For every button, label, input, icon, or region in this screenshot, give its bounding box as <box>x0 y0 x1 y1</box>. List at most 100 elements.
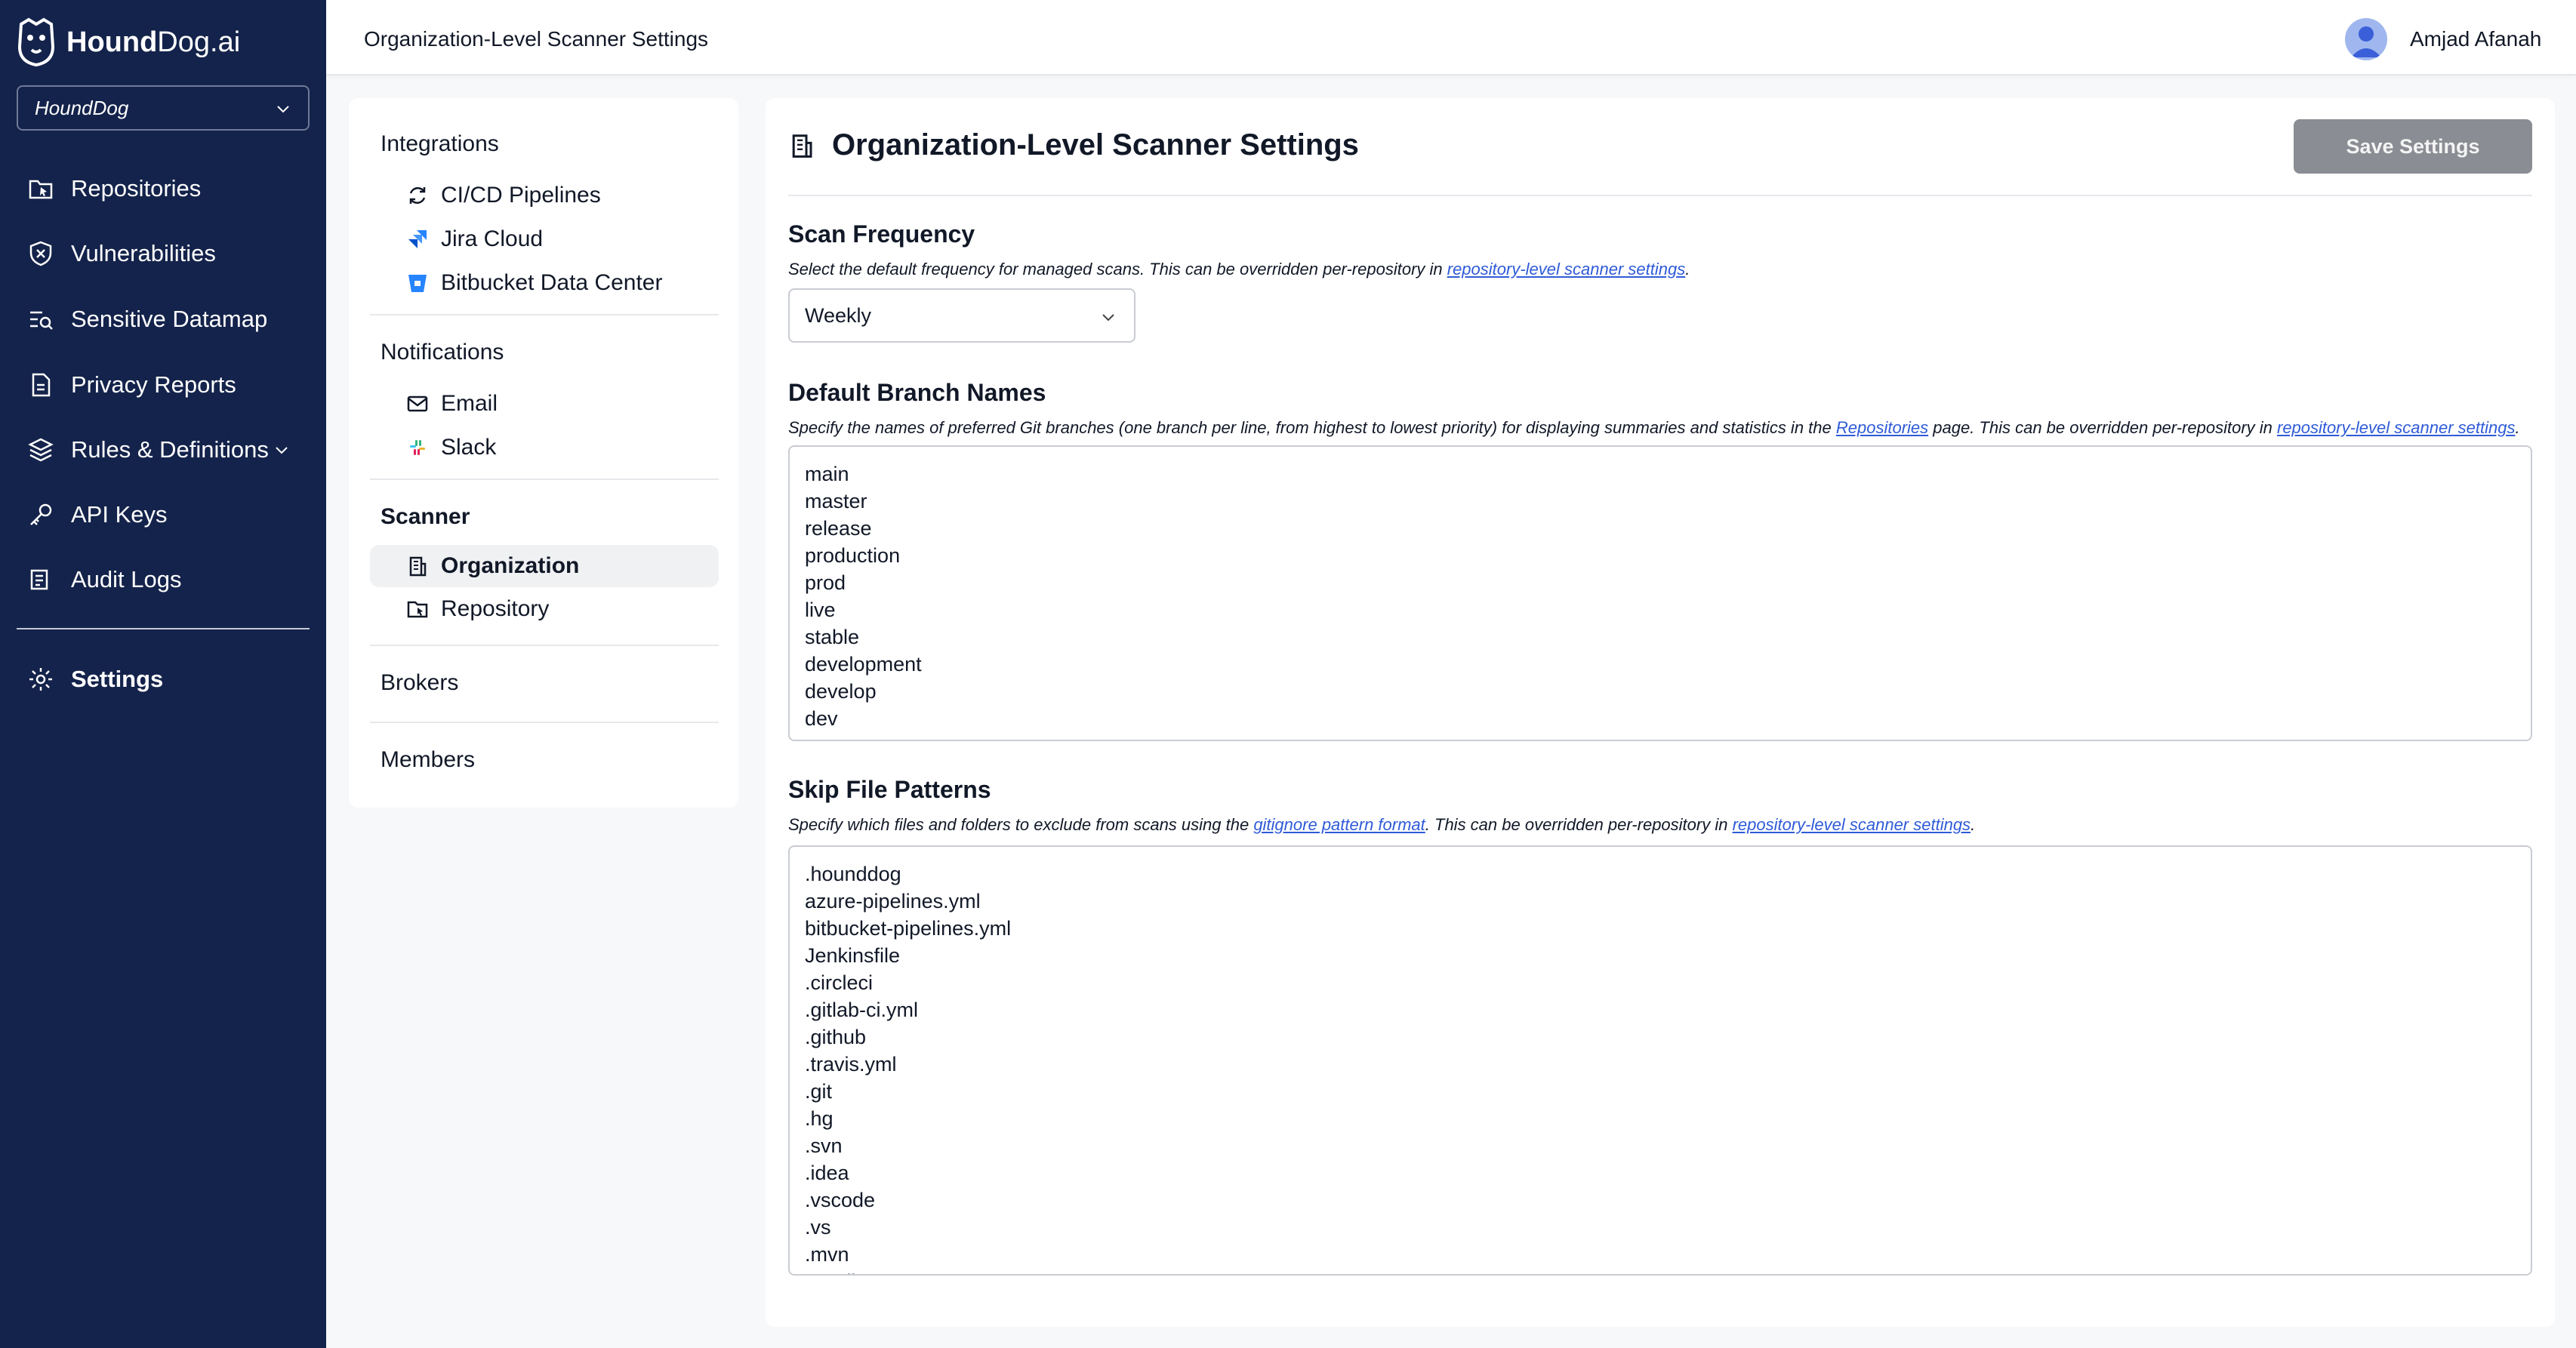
menu-item-members[interactable]: Members <box>381 741 475 779</box>
menu-item-organization[interactable]: Organization <box>370 545 719 587</box>
shield-icon <box>29 241 52 266</box>
repository-icon <box>29 180 53 199</box>
nav-divider <box>17 628 310 629</box>
repositories-link[interactable]: Repositories <box>1836 418 1928 437</box>
nav-item-api-keys[interactable]: API Keys <box>27 494 314 536</box>
skip-patterns-description: Specify which files and folders to exclu… <box>788 815 1976 834</box>
report-icon <box>32 373 51 397</box>
pattern-line: bitbucket-pipelines.yml <box>805 917 1012 940</box>
key-icon <box>30 503 52 525</box>
gitignore-format-link[interactable]: gitignore pattern format <box>1253 815 1425 834</box>
menu-heading-notifications: Notifications <box>381 340 504 365</box>
repository-settings-link[interactable]: repository-level scanner settings <box>2277 418 2515 437</box>
rules-icon <box>28 438 54 462</box>
pattern-line: azure-pipelines.yml <box>805 890 981 913</box>
nav-item-rules-definitions[interactable]: Rules & Definitions <box>27 429 314 471</box>
branch-names-textarea[interactable]: main master release production prod live… <box>788 445 2532 741</box>
menu-item-label: Organization <box>441 553 580 578</box>
building-icon <box>409 556 427 577</box>
hound-logo-icon <box>17 17 55 67</box>
menu-divider <box>370 314 719 315</box>
branch-line: master <box>805 490 867 512</box>
nav-item-label: Vulnerabilities <box>71 240 216 266</box>
chevron-down-icon <box>1102 314 1114 322</box>
chevron-down-icon <box>277 106 289 113</box>
branch-line: release <box>805 517 872 540</box>
pattern-line: Jenkinsfile <box>805 944 901 967</box>
organization-select[interactable]: HoundDog <box>17 85 310 131</box>
gear-icon <box>29 668 52 691</box>
menu-item-jira-cloud[interactable]: Jira Cloud <box>406 220 543 258</box>
menu-item-label: Email <box>441 391 498 416</box>
settings-card: Organization-Level Scanner Settings Save… <box>766 98 2555 1327</box>
skip-patterns-textarea[interactable]: .hounddog azure-pipelines.yml bitbucket-… <box>788 845 2532 1276</box>
nav-item-label: API Keys <box>71 501 168 528</box>
nav-item-repositories[interactable]: Repositories <box>27 168 314 210</box>
nav-item-audit-logs[interactable]: Audit Logs <box>27 559 314 601</box>
pattern-line: .gitlab-ci.yml <box>805 999 919 1021</box>
card-divider <box>788 195 2532 196</box>
sidebar: HoundDog.ai HoundDog Repositories Vulner… <box>0 0 326 1348</box>
nav-item-label: Repositories <box>71 175 202 202</box>
menu-item-label: Jira Cloud <box>441 226 544 251</box>
nav-item-settings[interactable]: Settings <box>27 658 314 700</box>
menu-divider <box>370 645 719 646</box>
menu-item-repository[interactable]: Repository <box>406 590 549 628</box>
branch-line: development <box>805 653 922 676</box>
menu-item-label: Bitbucket Data Center <box>441 270 663 295</box>
branch-line: main <box>805 463 849 485</box>
datamap-icon <box>30 311 53 330</box>
logo-text: HoundDog.ai <box>66 26 241 58</box>
menu-heading-scanner: Scanner <box>381 504 470 529</box>
nav-item-label: Privacy Reports <box>71 371 236 398</box>
menu-item-label: Brokers <box>381 670 459 695</box>
menu-item-label: CI/CD Pipelines <box>441 183 601 208</box>
avatar[interactable] <box>2345 18 2387 60</box>
building-icon <box>792 134 812 158</box>
nav-item-label: Audit Logs <box>71 566 182 592</box>
jira-icon <box>408 230 427 248</box>
pattern-line: .travis.yml <box>805 1053 897 1076</box>
repository-settings-link[interactable]: repository-level scanner settings <box>1447 260 1685 279</box>
pattern-line: .gradle <box>805 1268 2516 1274</box>
pattern-line: .idea <box>805 1162 849 1184</box>
scan-frequency-select[interactable]: Weekly <box>788 288 1135 343</box>
branch-line: stable <box>805 626 860 648</box>
menu-item-bitbucket-data-center[interactable]: Bitbucket Data Center <box>406 264 662 302</box>
pattern-line: .github <box>805 1026 867 1048</box>
organization-select-value: HoundDog <box>35 96 129 119</box>
menu-item-cicd-pipelines[interactable]: CI/CD Pipelines <box>406 177 601 214</box>
card-title: Organization-Level Scanner Settings <box>788 128 1359 162</box>
save-settings-button[interactable]: Save Settings <box>2294 119 2532 174</box>
menu-divider <box>370 479 719 480</box>
nav-item-sensitive-datamap[interactable]: Sensitive Datamap <box>27 298 314 340</box>
branch-line: develop <box>805 680 877 703</box>
menu-divider <box>370 722 719 723</box>
branch-line: live <box>805 599 836 621</box>
repository-settings-link[interactable]: repository-level scanner settings <box>1733 815 1971 834</box>
audit-log-icon <box>30 569 48 590</box>
slack-icon <box>410 440 425 455</box>
nav-item-privacy-reports[interactable]: Privacy Reports <box>27 364 314 406</box>
refresh-icon <box>409 186 426 205</box>
nav-item-label: Sensitive Datamap <box>71 306 268 332</box>
menu-item-label: Repository <box>441 596 550 621</box>
pattern-line: .vs <box>805 1216 831 1239</box>
menu-item-brokers[interactable]: Brokers <box>381 664 458 702</box>
pattern-line: .hounddog <box>805 863 901 885</box>
branch-line: prod <box>805 571 846 594</box>
nav-item-label: Settings <box>71 666 164 692</box>
scan-frequency-value: Weekly <box>805 303 872 327</box>
repository-icon <box>407 601 428 618</box>
scan-frequency-title: Scan Frequency <box>788 220 975 248</box>
menu-item-email[interactable]: Email <box>406 385 498 423</box>
menu-heading-integrations: Integrations <box>381 131 499 156</box>
user-name[interactable]: Amjad Afanah <box>2410 27 2541 51</box>
pattern-line: .mvn <box>805 1243 849 1266</box>
nav-item-vulnerabilities[interactable]: Vulnerabilities <box>27 232 314 275</box>
pattern-line: .hg <box>805 1107 834 1130</box>
branch-line: dev <box>805 707 838 730</box>
logo[interactable]: HoundDog.ai <box>15 15 240 69</box>
menu-item-label: Slack <box>441 435 497 460</box>
menu-item-slack[interactable]: Slack <box>406 429 496 466</box>
